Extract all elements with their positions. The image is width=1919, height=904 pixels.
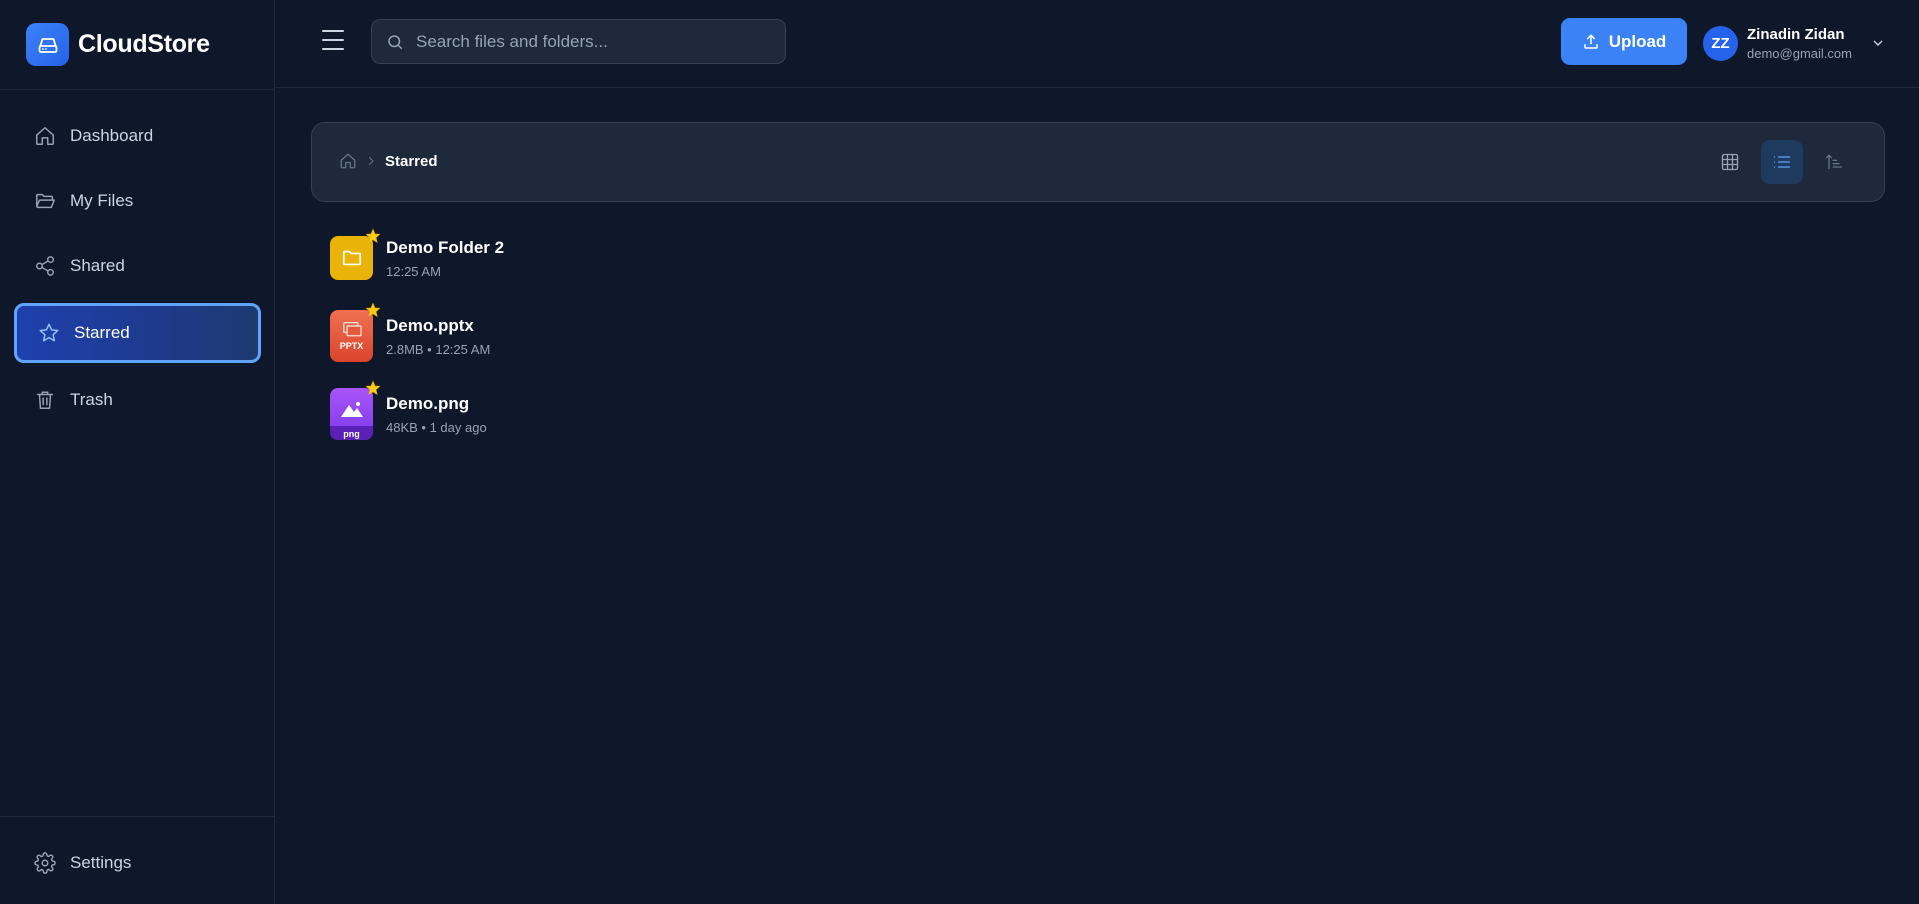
file-name: Demo Folder 2 — [386, 237, 505, 257]
upload-label: Upload — [1608, 31, 1667, 51]
search-bar — [371, 19, 786, 64]
app-root: CloudStore Dashboard My Files Shared Sta… — [0, 0, 1919, 904]
brand-name: CloudStore — [78, 30, 210, 58]
sort-ascending-icon — [1825, 154, 1843, 170]
file-meta: 2.8MB • 12:25 AM — [386, 341, 491, 357]
image-file-icon: png — [330, 380, 381, 440]
user-email: demo@gmail.com — [1747, 45, 1852, 61]
file-info: Demo Folder 2 12:25 AM — [386, 238, 504, 279]
file-info: Demo.png 48KB • 1 day ago — [386, 394, 487, 435]
sidebar: CloudStore Dashboard My Files Shared Sta… — [0, 0, 275, 904]
list-icon — [1773, 156, 1791, 168]
sidebar-item-label: Shared — [70, 256, 125, 275]
file-info: Demo.pptx 2.8MB • 12:25 AM — [386, 316, 490, 357]
file-meta: 12:25 AM — [386, 263, 441, 279]
folder-open-icon — [36, 193, 55, 209]
file-ext-label: PPTX — [339, 341, 364, 351]
upload-button[interactable]: Upload — [1561, 18, 1687, 65]
file-name: Demo.png — [386, 393, 470, 413]
share-icon — [36, 256, 54, 276]
avatar: ZZ — [1703, 25, 1738, 61]
sidebar-item-dashboard[interactable]: Dashboard — [14, 108, 261, 164]
list-item[interactable]: PPTX Demo.pptx 2.8MB • 12:25 AM — [330, 302, 504, 365]
chevron-down-icon[interactable] — [1870, 35, 1886, 51]
star-icon — [39, 323, 59, 342]
user-menu[interactable]: ZZ Zinadin Zidan demo@gmail.com — [1703, 20, 1886, 66]
chevron-right-icon — [369, 157, 374, 165]
user-name: Zinadin Zidan — [1747, 25, 1845, 43]
starred-badge-icon — [365, 228, 381, 244]
list-item[interactable]: png Demo.png 48KB • 1 day ago — [330, 380, 504, 443]
sidebar-item-label: Starred — [74, 323, 130, 342]
sidebar-item-starred[interactable]: Starred — [14, 303, 261, 363]
sidebar-item-trash[interactable]: Trash — [14, 372, 261, 428]
grid-view-button[interactable] — [1709, 140, 1751, 184]
search-input[interactable] — [416, 31, 776, 52]
file-list: Demo Folder 2 12:25 AM PPTX Demo.pptx 2.… — [330, 228, 504, 463]
breadcrumb-current: Starred — [385, 152, 438, 170]
sidebar-footer: Settings — [0, 816, 275, 904]
gear-icon — [34, 852, 56, 874]
file-meta: 48KB • 1 day ago — [386, 419, 487, 435]
top-header: Upload ZZ Zinadin Zidan demo@gmail.com — [275, 0, 1919, 88]
breadcrumb: Starred — [339, 152, 438, 170]
hard-drive-icon — [26, 23, 69, 66]
sidebar-item-settings[interactable]: Settings — [14, 835, 261, 891]
search-icon — [388, 34, 403, 49]
trash-icon — [36, 391, 54, 409]
user-info: Zinadin Zidan demo@gmail.com — [1747, 26, 1852, 61]
home-icon[interactable] — [339, 152, 357, 170]
sidebar-item-label: Trash — [70, 390, 113, 409]
sort-button[interactable] — [1813, 140, 1855, 184]
list-item[interactable]: Demo Folder 2 12:25 AM — [330, 228, 504, 287]
sidebar-nav: Dashboard My Files Shared Starred Trash — [0, 90, 274, 428]
pptx-file-icon: PPTX — [330, 302, 381, 362]
breadcrumb-toolbar: Starred — [311, 122, 1885, 202]
folder-icon — [330, 228, 381, 280]
hamburger-menu-icon[interactable] — [320, 27, 346, 53]
file-name: Demo.pptx — [386, 315, 474, 335]
list-view-button[interactable] — [1761, 140, 1803, 184]
upload-icon — [1583, 33, 1598, 49]
starred-badge-icon — [365, 380, 381, 396]
sidebar-item-label: Dashboard — [70, 126, 154, 145]
grid-icon — [1721, 153, 1739, 171]
sidebar-item-label: Settings — [70, 853, 132, 872]
file-ext-label: png — [343, 429, 360, 439]
sidebar-item-label: My Files — [70, 191, 134, 210]
sidebar-item-shared[interactable]: Shared — [14, 238, 261, 294]
sidebar-item-my-files[interactable]: My Files — [14, 173, 261, 229]
home-icon — [36, 127, 54, 145]
starred-badge-icon — [365, 302, 381, 318]
brand[interactable]: CloudStore — [0, 0, 274, 90]
